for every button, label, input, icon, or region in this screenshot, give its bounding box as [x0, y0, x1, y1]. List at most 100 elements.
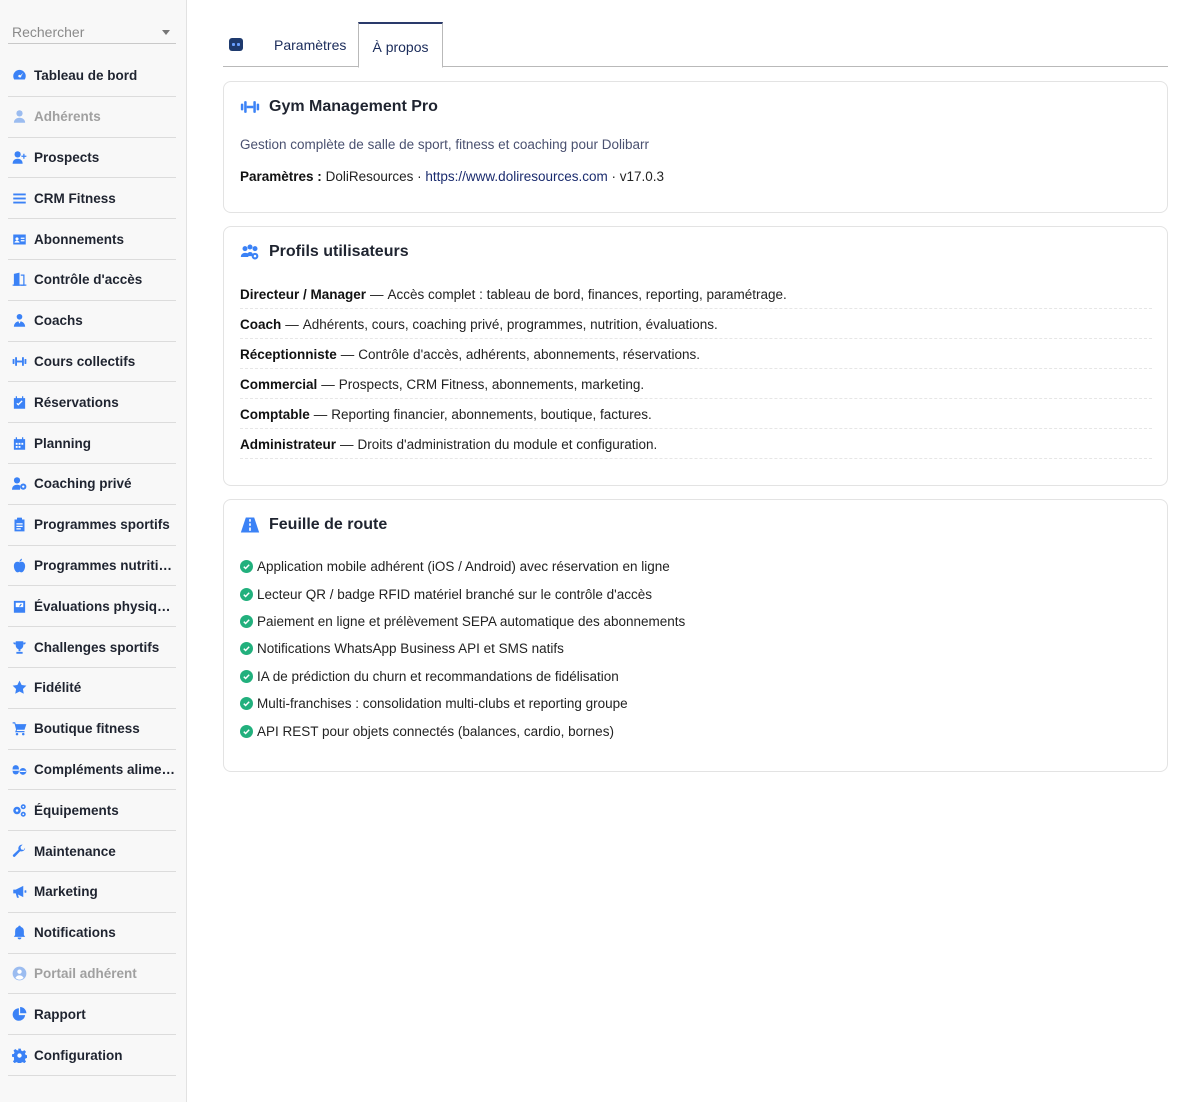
- sidebar-item-adherents[interactable]: Adhérents: [8, 97, 176, 138]
- sidebar-item-notifications[interactable]: Notifications: [8, 913, 176, 954]
- sidebar-item-label: Contrôle d'accès: [34, 272, 143, 288]
- sidebar-item-crm-fitness[interactable]: CRM Fitness: [8, 178, 176, 220]
- profile-description: Droits d'administration du module et con…: [357, 437, 658, 452]
- sidebar-item-evaluations-physiques[interactable]: Évaluations physiques: [8, 586, 176, 628]
- roadmap-item-text: API REST pour objets connectés (balances…: [257, 723, 614, 739]
- check-circle-icon: [240, 697, 253, 711]
- sidebar-item-label: Configuration: [34, 1047, 123, 1063]
- sidebar-item-label: Fidélité: [34, 680, 82, 696]
- user-plus-icon: [12, 149, 32, 165]
- publisher-link[interactable]: https://www.doliresources.com: [425, 169, 607, 184]
- sidebar-item-label: Challenges sportifs: [34, 639, 160, 655]
- gauge-icon: [12, 68, 32, 84]
- profile-description: Contrôle d'accès, adhérents, abonnements…: [358, 347, 701, 362]
- sidebar-item-abonnements[interactable]: Abonnements: [8, 219, 176, 260]
- module-logo-icon[interactable]: [229, 38, 243, 51]
- sidebar-item-label: Adhérents: [34, 109, 101, 125]
- cart-icon: [12, 721, 32, 737]
- calendar-check-icon: [12, 394, 32, 410]
- wrench-icon: [12, 843, 32, 859]
- check-circle-icon: [240, 642, 253, 656]
- profile-description: Prospects, CRM Fitness, abonnements, mar…: [338, 377, 645, 392]
- gear-icon: [12, 1047, 32, 1063]
- search-select[interactable]: Rechercher: [8, 20, 176, 44]
- search-input[interactable]: Rechercher: [12, 24, 152, 40]
- sidebar-item-label: Planning: [34, 435, 91, 451]
- sidebar-item-rapport[interactable]: Rapport: [8, 994, 176, 1036]
- coach-icon: [12, 313, 32, 329]
- sidebar-item-marketing[interactable]: Marketing: [8, 872, 176, 913]
- sidebar-item-label: Rapport: [34, 1006, 86, 1022]
- sidebar-item-label: CRM Fitness: [34, 190, 116, 206]
- sidebar-item-label: Réservations: [34, 394, 119, 410]
- sidebar-item-programmes-nutritionnels[interactable]: Programmes nutritionnels: [8, 546, 176, 587]
- calendar-icon: [12, 435, 32, 451]
- sidebar-item-label: Boutique fitness: [34, 721, 140, 737]
- profiles-list: Directeur / Manager — Accès complet : tabl…: [240, 279, 1152, 459]
- user-gear-icon: [12, 476, 32, 492]
- sidebar-item-configuration[interactable]: Configuration: [8, 1035, 176, 1076]
- list-icon: [12, 190, 32, 206]
- sidebar-item-reservations[interactable]: Réservations: [8, 382, 176, 424]
- dumbbell-icon: [240, 98, 262, 116]
- sidebar-item-label: Équipements: [34, 802, 119, 818]
- sidebar-item-label: Tableau de bord: [34, 68, 138, 84]
- sidebar-item-fidelite[interactable]: Fidélité: [8, 668, 176, 709]
- profile-dash: —: [340, 437, 354, 452]
- roadmap-item-text: Lecteur QR / badge RFID matériel branché…: [257, 586, 653, 602]
- sidebar-item-label: Marketing: [34, 884, 98, 900]
- profiles-title-text: Profils utilisateurs: [269, 243, 409, 260]
- megaphone-icon: [12, 884, 32, 900]
- publisher: DoliResources: [325, 169, 414, 184]
- road-icon: [240, 516, 262, 534]
- about-description: Gestion complète de salle de sport, fitn…: [240, 137, 649, 152]
- sidebar-item-equipements[interactable]: Équipements: [8, 790, 176, 832]
- tab-a-propos[interactable]: À propos: [358, 22, 443, 68]
- apple-icon: [12, 557, 32, 573]
- profiles-title: Profils utilisateurs: [240, 243, 409, 261]
- profile-row: Coach — Adhérents, cours, coaching privé, …: [240, 309, 1152, 339]
- params-label: Paramètres :: [240, 169, 322, 184]
- profile-row: Directeur / Manager — Accès complet : tabl…: [240, 279, 1152, 309]
- sidebar-item-coachs[interactable]: Coachs: [8, 301, 176, 342]
- sidebar-item-label: Portail adhérent: [34, 965, 137, 981]
- sidebar-item-coaching-prive[interactable]: Coaching privé: [8, 464, 176, 505]
- sidebar: Rechercher Tableau de bord Adhérents Prosp…: [0, 0, 187, 1102]
- profile-description: Accès complet : tableau de bord, finance…: [387, 287, 787, 302]
- profile-dash: —: [370, 287, 384, 302]
- roadmap-item-text: Application mobile adhérent (iOS / Andro…: [257, 559, 670, 575]
- sidebar-item-label: Abonnements: [34, 231, 125, 247]
- gears-icon: [12, 802, 32, 818]
- sidebar-item-boutique-fitness[interactable]: Boutique fitness: [8, 709, 176, 750]
- users-gear-icon: [240, 243, 262, 261]
- chevron-down-icon[interactable]: [162, 30, 170, 35]
- tab-bar: Paramètres À propos: [223, 22, 1168, 68]
- sidebar-item-planning[interactable]: Planning: [8, 423, 176, 464]
- sidebar-item-cours-collectifs[interactable]: Cours collectifs: [8, 342, 176, 383]
- roadmap-item-text: Multi-franchises : consolidation multi-c…: [257, 696, 628, 712]
- sidebar-item-complements-alimentaires[interactable]: Compléments alimentaires: [8, 750, 176, 791]
- roadmap-card: Feuille de route Application mobile adhé…: [223, 499, 1168, 772]
- id-card-icon: [12, 231, 32, 247]
- profile-description: Reporting financier, abonnements, boutiq…: [331, 407, 652, 422]
- roadmap-title: Feuille de route: [240, 516, 387, 534]
- profile-row: Commercial — Prospects, CRM Fitness, abonn…: [240, 369, 1152, 399]
- tab-parametres[interactable]: Paramètres: [258, 22, 362, 67]
- sidebar-item-label: Compléments alimentaires: [34, 761, 176, 777]
- check-circle-icon: [240, 724, 253, 738]
- sidebar-item-programmes-sportifs[interactable]: Programmes sportifs: [8, 505, 176, 546]
- sidebar-item-label: Coaching privé: [34, 476, 132, 492]
- profile-role: Administrateur: [240, 437, 337, 452]
- roadmap-item-text: Paiement en ligne et prélèvement SEPA au…: [257, 613, 686, 629]
- profile-role: Réceptionniste: [240, 347, 337, 362]
- sidebar-item-controle-d-acces[interactable]: Contrôle d'accès: [8, 260, 176, 301]
- sidebar-item-label: Cours collectifs: [34, 353, 136, 369]
- sidebar-item-prospects[interactable]: Prospects: [8, 138, 176, 179]
- profile-role: Comptable: [240, 407, 310, 422]
- sidebar-item-portail-adherent[interactable]: Portail adhérent: [8, 954, 176, 995]
- sidebar-item-challenges-sportifs[interactable]: Challenges sportifs: [8, 627, 176, 668]
- sidebar-item-maintenance[interactable]: Maintenance: [8, 831, 176, 872]
- profile-role: Commercial: [240, 377, 318, 392]
- sidebar-item-tableau-de-bord[interactable]: Tableau de bord: [8, 56, 176, 97]
- sidebar-item-label: Programmes sportifs: [34, 517, 170, 533]
